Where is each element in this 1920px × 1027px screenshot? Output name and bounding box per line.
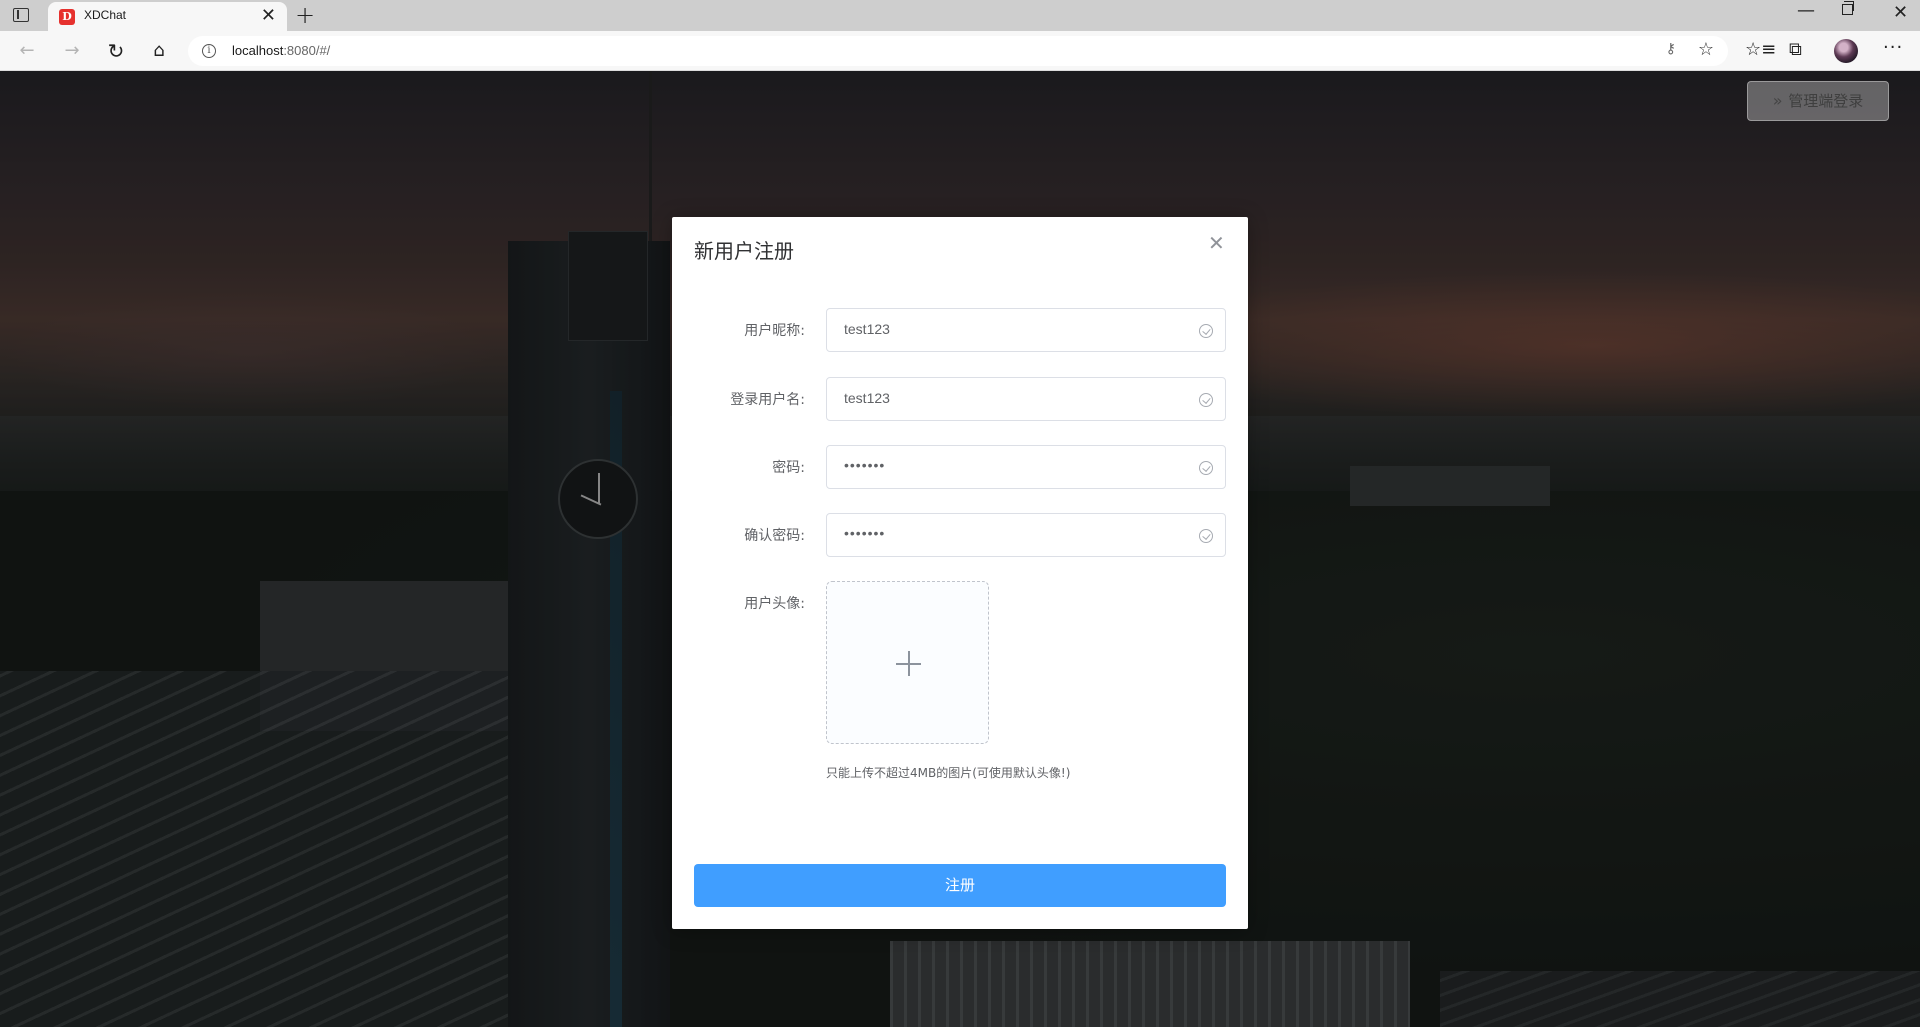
password-label: 密码: bbox=[772, 460, 805, 476]
home-icon[interactable]: ⌂ bbox=[146, 38, 172, 64]
nickname-row: 用户昵称: test123 bbox=[672, 308, 1248, 352]
add-favorite-icon[interactable]: ☆ bbox=[1698, 39, 1714, 60]
collections-icon[interactable]: ⧉ bbox=[1789, 39, 1802, 61]
password-input[interactable]: ••••••• bbox=[826, 445, 1226, 489]
avatar-uploader[interactable] bbox=[826, 581, 989, 744]
page-background: » 管理端登录 新用户注册 ✕ 用户昵称: test123 登录用户名: tes… bbox=[0, 71, 1920, 1027]
forward-arrow-icon[interactable]: → bbox=[59, 38, 85, 64]
circle-check-icon bbox=[1199, 529, 1213, 543]
dialog-close-icon[interactable]: ✕ bbox=[1208, 231, 1225, 255]
nickname-value: test123 bbox=[844, 321, 890, 337]
username-value: test123 bbox=[844, 390, 890, 406]
nickname-input[interactable]: test123 bbox=[826, 308, 1226, 352]
favicon-icon: D bbox=[59, 9, 75, 25]
register-dialog: 新用户注册 ✕ 用户昵称: test123 登录用户名: test123 密码:… bbox=[672, 217, 1248, 929]
plus-icon bbox=[896, 651, 921, 676]
password-value: ••••••• bbox=[844, 457, 886, 473]
upload-tip: 只能上传不超过4MB的图片(可使用默认头像!) bbox=[826, 766, 1071, 780]
restore-window-icon[interactable] bbox=[1842, 1, 1854, 15]
tab-actions-icon[interactable] bbox=[13, 8, 29, 22]
close-tab-icon[interactable]: ✕ bbox=[261, 6, 276, 26]
minimize-icon[interactable]: — bbox=[1797, 0, 1815, 21]
url-path: :8080/#/ bbox=[283, 43, 331, 58]
dialog-title: 新用户注册 bbox=[694, 239, 794, 263]
username-row: 登录用户名: test123 bbox=[672, 377, 1248, 421]
browser-toolbar: ← → ↻ ⌂ i localhost:8080/#/ ⚷ ☆ ☆≡ ⧉ ··· bbox=[0, 31, 1920, 71]
register-button[interactable]: 注册 bbox=[694, 864, 1226, 907]
admin-login-button[interactable]: » 管理端登录 bbox=[1747, 81, 1889, 121]
url-text[interactable]: localhost:8080/#/ bbox=[232, 43, 330, 58]
nickname-label: 用户昵称: bbox=[744, 323, 805, 339]
tab-title: XDChat bbox=[84, 8, 127, 22]
circle-check-icon bbox=[1199, 461, 1213, 475]
back-arrow-icon[interactable]: ← bbox=[14, 38, 40, 64]
circle-check-icon bbox=[1199, 324, 1213, 338]
username-label: 登录用户名: bbox=[730, 392, 805, 408]
confirm-password-row: 确认密码: ••••••• bbox=[672, 513, 1248, 557]
confirm-password-input[interactable]: ••••••• bbox=[826, 513, 1226, 557]
browser-tab[interactable]: D XDChat ✕ bbox=[48, 2, 287, 31]
new-tab-plus-icon[interactable]: + bbox=[295, 2, 315, 28]
confirm-password-label: 确认密码: bbox=[744, 528, 805, 544]
reload-icon[interactable]: ↻ bbox=[103, 38, 129, 64]
more-icon[interactable]: ··· bbox=[1883, 37, 1903, 59]
key-icon[interactable]: ⚷ bbox=[1666, 41, 1676, 57]
favorites-icon[interactable]: ☆≡ bbox=[1745, 39, 1776, 61]
window-close-icon[interactable]: ✕ bbox=[1893, 2, 1908, 23]
url-host: localhost bbox=[232, 43, 284, 58]
address-bar[interactable]: i localhost:8080/#/ ⚷ ☆ bbox=[188, 36, 1728, 66]
circle-check-icon bbox=[1199, 393, 1213, 407]
profile-avatar-icon[interactable] bbox=[1834, 39, 1858, 63]
site-info-icon[interactable]: i bbox=[202, 44, 216, 58]
browser-tab-strip: D XDChat ✕ + — ✕ bbox=[0, 0, 1920, 31]
password-row: 密码: ••••••• bbox=[672, 445, 1248, 489]
admin-login-label: 管理端登录 bbox=[1788, 92, 1864, 110]
avatar-label: 用户头像: bbox=[744, 596, 805, 612]
username-input[interactable]: test123 bbox=[826, 377, 1226, 421]
confirm-password-value: ••••••• bbox=[844, 525, 886, 541]
double-chevron-icon: » bbox=[1772, 91, 1783, 110]
